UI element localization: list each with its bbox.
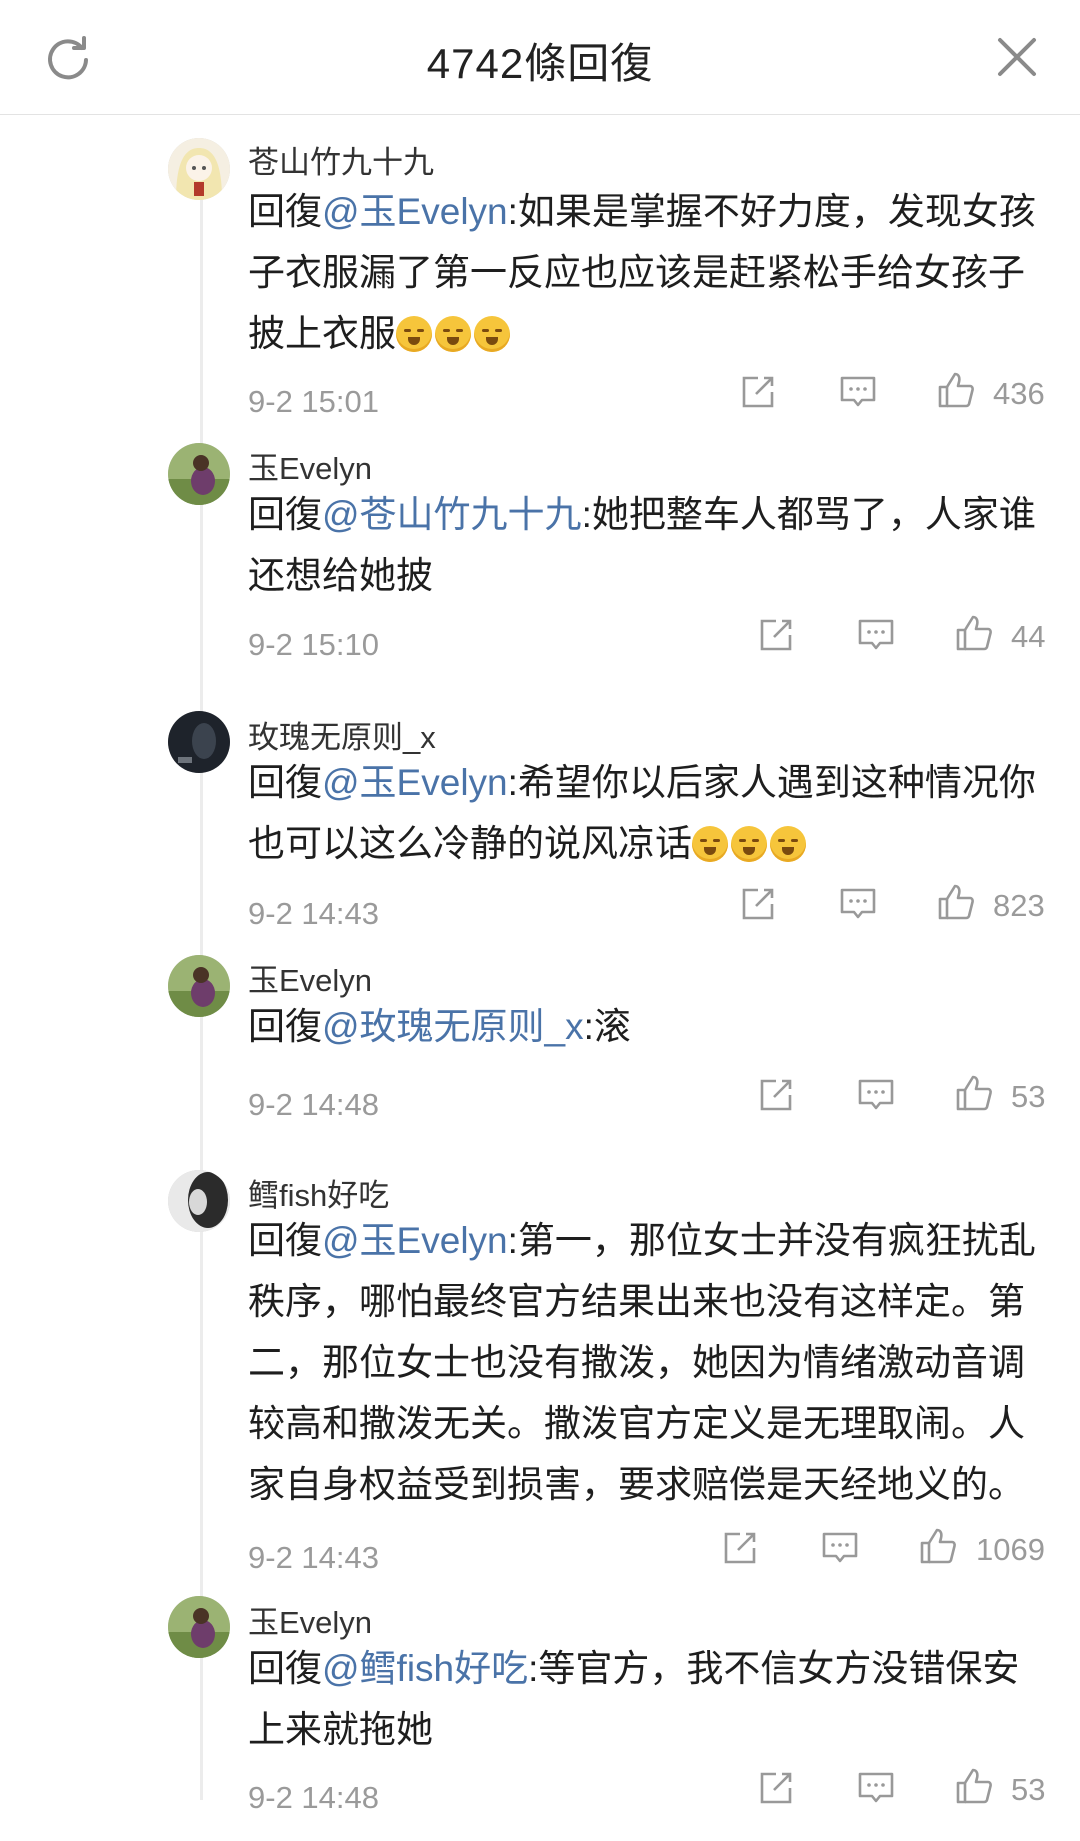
comment-icon[interactable] xyxy=(838,884,878,924)
comment-icon[interactable] xyxy=(856,615,896,655)
comment-icon[interactable] xyxy=(856,1075,896,1115)
reply-prefix: 回復 xyxy=(248,1648,322,1689)
comment-author[interactable]: 玉Evelyn xyxy=(248,1597,372,1642)
avatar[interactable] xyxy=(168,711,230,773)
comment-author[interactable]: 玉Evelyn xyxy=(248,443,372,488)
like-count: 53 xyxy=(1011,1079,1046,1114)
comment-time: 9-2 15:01 xyxy=(248,384,379,419)
close-icon[interactable] xyxy=(994,34,1040,80)
comment-time: 9-2 15:10 xyxy=(248,627,379,662)
page-title: 4742條回復 xyxy=(426,40,654,87)
mention-link[interactable]: @玉Evelyn xyxy=(322,1220,508,1261)
comment-time: 9-2 14:43 xyxy=(248,1540,379,1575)
comment-author[interactable]: 玉Evelyn xyxy=(248,955,372,1000)
reply-prefix: 回復 xyxy=(248,762,322,803)
share-icon[interactable] xyxy=(756,615,796,655)
comment-time: 9-2 14:43 xyxy=(248,896,379,931)
mention-link[interactable]: @玉Evelyn xyxy=(322,191,508,232)
share-icon[interactable] xyxy=(738,372,778,412)
like-count: 436 xyxy=(993,376,1045,411)
reply-prefix: 回復 xyxy=(248,1220,322,1261)
avatar[interactable] xyxy=(168,1596,230,1658)
emoji-icon xyxy=(474,316,510,352)
like-icon[interactable] xyxy=(936,882,976,922)
like-icon[interactable] xyxy=(936,370,976,410)
emoji-icon xyxy=(770,826,806,862)
emoji-icon xyxy=(396,316,432,352)
mention-link[interactable]: @苍山竹九十九 xyxy=(322,494,582,535)
comment-icon[interactable] xyxy=(820,1528,860,1568)
emoji-icon xyxy=(731,826,767,862)
like-count: 44 xyxy=(1011,619,1046,654)
comment-text: 回復@玫瑰无原则_x:滚 xyxy=(248,996,1038,1057)
avatar[interactable] xyxy=(168,1170,230,1232)
comment-time: 9-2 14:48 xyxy=(248,1780,379,1815)
share-icon[interactable] xyxy=(756,1768,796,1808)
avatar[interactable] xyxy=(168,443,230,505)
comment-author[interactable]: 苍山竹九十九 xyxy=(248,137,434,182)
emoji-icon xyxy=(692,826,728,862)
comment-body: :第一，那位女士并没有疯狂扰乱秩序，哪怕最终官方结果出来也没有这样定。第二，那位… xyxy=(248,1220,1036,1505)
comment-author[interactable]: 玫瑰无原则_x xyxy=(248,712,436,757)
reply-prefix: 回復 xyxy=(248,1006,322,1047)
emoji-icon xyxy=(435,316,471,352)
comment-text: 回復@玉Evelyn:第一，那位女士并没有疯狂扰乱秩序，哪怕最终官方结果出来也没… xyxy=(248,1210,1038,1515)
comment-author[interactable]: 鳕fish好吃 xyxy=(248,1170,389,1215)
share-icon[interactable] xyxy=(720,1528,760,1568)
reply-prefix: 回復 xyxy=(248,494,322,535)
comment-text: 回復@苍山竹九十九:她把整车人都骂了，人家谁还想给她披 xyxy=(248,484,1038,606)
share-icon[interactable] xyxy=(756,1075,796,1115)
mention-link[interactable]: @鳕fish好吃 xyxy=(322,1648,528,1689)
like-icon[interactable] xyxy=(954,1073,994,1113)
avatar[interactable] xyxy=(168,955,230,1017)
like-count: 823 xyxy=(993,888,1045,923)
like-count: 53 xyxy=(1011,1772,1046,1807)
reply-prefix: 回復 xyxy=(248,191,322,232)
mention-link[interactable]: @玉Evelyn xyxy=(322,762,508,803)
comment-text: 回復@玉Evelyn:如果是掌握不好力度，发现女孩子衣服漏了第一反应也应该是赶紧… xyxy=(248,181,1038,364)
comment-time: 9-2 14:48 xyxy=(248,1087,379,1122)
share-icon[interactable] xyxy=(738,884,778,924)
like-icon[interactable] xyxy=(918,1526,958,1566)
comment-text: 回復@鳕fish好吃:等官方，我不信女方没错保安上来就拖她 xyxy=(248,1638,1038,1760)
like-icon[interactable] xyxy=(954,1766,994,1806)
avatar[interactable] xyxy=(168,138,230,200)
header: 4742條回復 xyxy=(0,0,1080,115)
comment-icon[interactable] xyxy=(838,372,878,412)
comment-icon[interactable] xyxy=(856,1768,896,1808)
comment-body: :滚 xyxy=(583,1006,631,1047)
like-icon[interactable] xyxy=(954,613,994,653)
comment-text: 回復@玉Evelyn:希望你以后家人遇到这种情况你也可以这么冷静的说风凉话 xyxy=(248,752,1038,874)
mention-link[interactable]: @玫瑰无原则_x xyxy=(322,1006,584,1047)
like-count: 1069 xyxy=(976,1532,1045,1567)
